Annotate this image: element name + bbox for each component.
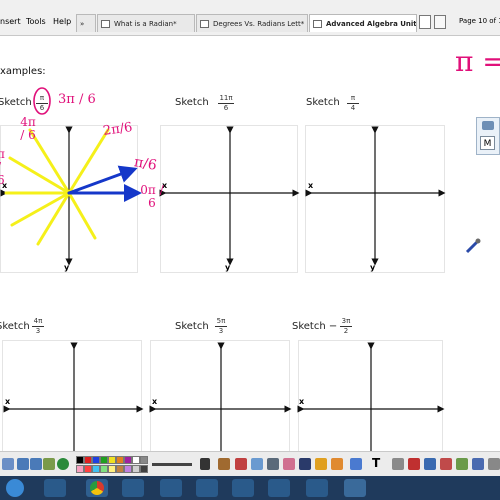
floating-tool-panel: M	[476, 117, 500, 155]
color-cyan[interactable]	[92, 465, 100, 473]
screen-shade-icon[interactable]	[456, 458, 468, 470]
color-orange[interactable]	[116, 456, 124, 464]
annotation-4pi-over-6: 4π / 6	[20, 115, 36, 142]
m-button[interactable]: M	[480, 136, 495, 150]
chrome-icon[interactable]	[86, 479, 108, 497]
y-axis-label-3: y	[370, 263, 376, 272]
pen-icon[interactable]	[235, 458, 247, 470]
color-white[interactable]	[132, 456, 140, 464]
creative-pen-icon[interactable]	[251, 458, 263, 470]
folder-icon[interactable]	[122, 479, 144, 497]
undo-icon[interactable]	[408, 458, 420, 470]
x-axis-label-3: x	[308, 181, 314, 190]
select-arrow-icon[interactable]	[200, 458, 210, 470]
annotation-left-pi-over-6: π / 6	[0, 148, 5, 187]
line-thickness-slider[interactable]	[152, 463, 192, 466]
full-screen-icon[interactable]	[472, 458, 484, 470]
fill-icon[interactable]	[331, 458, 343, 470]
more-tools-icon[interactable]	[488, 458, 500, 470]
ie-icon[interactable]	[44, 479, 66, 497]
color-gray[interactable]	[140, 456, 148, 464]
add-page-icon[interactable]	[43, 458, 55, 470]
y-axis-label-2: y	[225, 263, 231, 272]
bottom-toolbar: T	[0, 451, 500, 477]
media-player-icon[interactable]	[160, 479, 182, 497]
graph-6-axes	[297, 342, 445, 452]
capture-icon[interactable]	[392, 458, 404, 470]
eraser-icon[interactable]	[283, 458, 295, 470]
x-axis-label-4: x	[5, 397, 11, 406]
start-button-icon[interactable]	[6, 479, 24, 497]
color-light-yellow[interactable]	[108, 465, 116, 473]
taskbar	[0, 476, 500, 500]
color-light-gray[interactable]	[132, 465, 140, 473]
blue-angle-arrows	[67, 165, 142, 202]
x-axis-label-6: x	[299, 397, 305, 406]
color-purple[interactable]	[124, 456, 132, 464]
graph-5-axes	[149, 342, 292, 452]
web-browser-icon[interactable]	[57, 458, 69, 470]
annotation-3pi-over-6: 3π / 6	[58, 92, 96, 107]
color-green[interactable]	[100, 456, 108, 464]
forward-arrow-icon[interactable]	[30, 458, 42, 470]
highlighter-icon[interactable]	[267, 458, 279, 470]
redo-icon[interactable]	[424, 458, 436, 470]
magic-pen-icon[interactable]	[350, 458, 362, 470]
graph-3-axes	[305, 126, 446, 266]
shapes-icon[interactable]	[315, 458, 327, 470]
color-yellow[interactable]	[108, 456, 116, 464]
line-tool-icon[interactable]	[299, 458, 311, 470]
annotation-0pi-over-6: 0π / 6	[140, 183, 164, 210]
text-tool-icon[interactable]: T	[372, 456, 380, 470]
keyboard-icon[interactable]	[482, 121, 494, 130]
pen-cursor-icon	[464, 237, 482, 255]
color-light-red[interactable]	[84, 465, 92, 473]
color-blue[interactable]	[92, 456, 100, 464]
skype-icon[interactable]	[306, 479, 328, 497]
color-lavender[interactable]	[124, 465, 132, 473]
color-red[interactable]	[84, 456, 92, 464]
pink-circle-mark	[33, 87, 51, 115]
graph-2-axes	[159, 126, 300, 266]
tools-icon[interactable]	[218, 458, 230, 470]
delete-icon[interactable]	[440, 458, 452, 470]
page-sorter-icon[interactable]	[2, 458, 14, 470]
color-black[interactable]	[76, 456, 84, 464]
x-axis-label-5: x	[152, 397, 158, 406]
graph-4-axes	[3, 342, 144, 452]
recorder-icon[interactable]	[232, 479, 254, 497]
color-dark-gray[interactable]	[140, 465, 148, 473]
app-icon[interactable]	[268, 479, 290, 497]
color-pink[interactable]	[76, 465, 84, 473]
y-axis-label-1: y	[64, 263, 70, 272]
smart-notebook-icon[interactable]	[344, 479, 366, 497]
color-brown[interactable]	[116, 465, 124, 473]
back-arrow-icon[interactable]	[17, 458, 29, 470]
yellow-angle-rays	[4, 128, 110, 246]
axes-canvas	[0, 87, 446, 452]
word-icon[interactable]	[196, 479, 218, 497]
color-light-green[interactable]	[100, 465, 108, 473]
